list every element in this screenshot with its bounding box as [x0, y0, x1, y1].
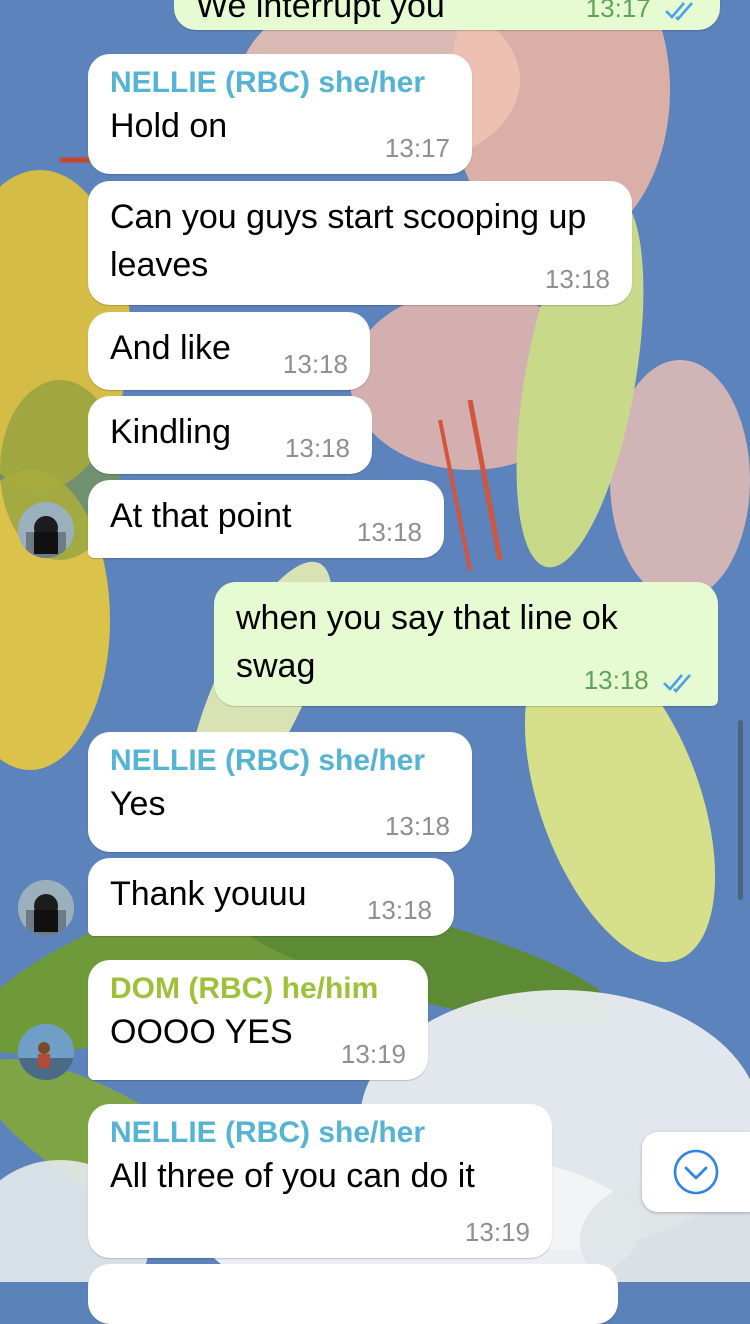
sender-name[interactable]: DOM (RBC) he/him — [110, 972, 406, 1006]
message-bubble-outgoing[interactable]: when you say that line ok swag 13:18 — [214, 582, 718, 706]
scrollbar[interactable] — [738, 720, 743, 900]
message-bubble-incoming[interactable]: NELLIE (RBC) she/her All three of you ca… — [88, 1104, 552, 1258]
dom-avatar[interactable] — [18, 1024, 74, 1080]
sender-name[interactable]: NELLIE (RBC) she/her — [110, 66, 450, 100]
message-bubble-incoming[interactable]: Can you guys start scooping up leaves 13… — [88, 181, 632, 305]
message-bubble-incoming[interactable]: NELLIE (RBC) she/her Hold on 13:17 — [88, 54, 472, 174]
message-bubble-incoming[interactable]: Kindling 13:18 — [88, 396, 372, 474]
message-bubble-incoming[interactable]: DOM (RBC) he/him OOOO YES 13:19 — [88, 960, 428, 1080]
message-time: 13:18 — [544, 264, 610, 294]
message-bubble-incoming[interactable] — [88, 1264, 618, 1324]
message-bubble-incoming[interactable]: And like 13:18 — [88, 312, 370, 390]
message-time: 13:18 — [356, 517, 422, 547]
message-bubble-outgoing[interactable]: We interrupt you 13:17 — [174, 0, 720, 30]
message-time: 13:19 — [340, 1039, 406, 1069]
sender-name[interactable]: NELLIE (RBC) she/her — [110, 1116, 530, 1150]
message-time: 13:18 — [282, 349, 348, 379]
message-time: 13:18 — [384, 811, 450, 841]
double-check-icon — [665, 2, 693, 21]
nellie-avatar[interactable] — [18, 502, 74, 558]
chevron-down-circle-icon — [673, 1149, 719, 1195]
nellie-avatar[interactable] — [18, 880, 74, 936]
message-time: 13:17 — [384, 133, 450, 163]
message-bubble-incoming[interactable]: NELLIE (RBC) she/her Yes 13:18 — [88, 732, 472, 852]
message-time: 13:18 — [366, 895, 432, 925]
sender-name[interactable]: NELLIE (RBC) she/her — [110, 744, 450, 778]
message-time: 13:19 — [464, 1217, 530, 1247]
message-text: All three of you can do it — [110, 1157, 475, 1195]
message-time: 13:17 — [586, 0, 698, 24]
message-bubble-incoming[interactable]: At that point 13:18 — [88, 480, 444, 558]
message-text: Can you guys start scooping up leaves — [110, 198, 587, 284]
double-check-icon — [663, 674, 691, 693]
message-time: 13:18 — [284, 433, 350, 463]
message-bubble-incoming[interactable]: Thank youuu 13:18 — [88, 858, 454, 936]
message-time: 13:18 — [584, 665, 696, 696]
scroll-to-bottom-button[interactable] — [642, 1132, 750, 1212]
